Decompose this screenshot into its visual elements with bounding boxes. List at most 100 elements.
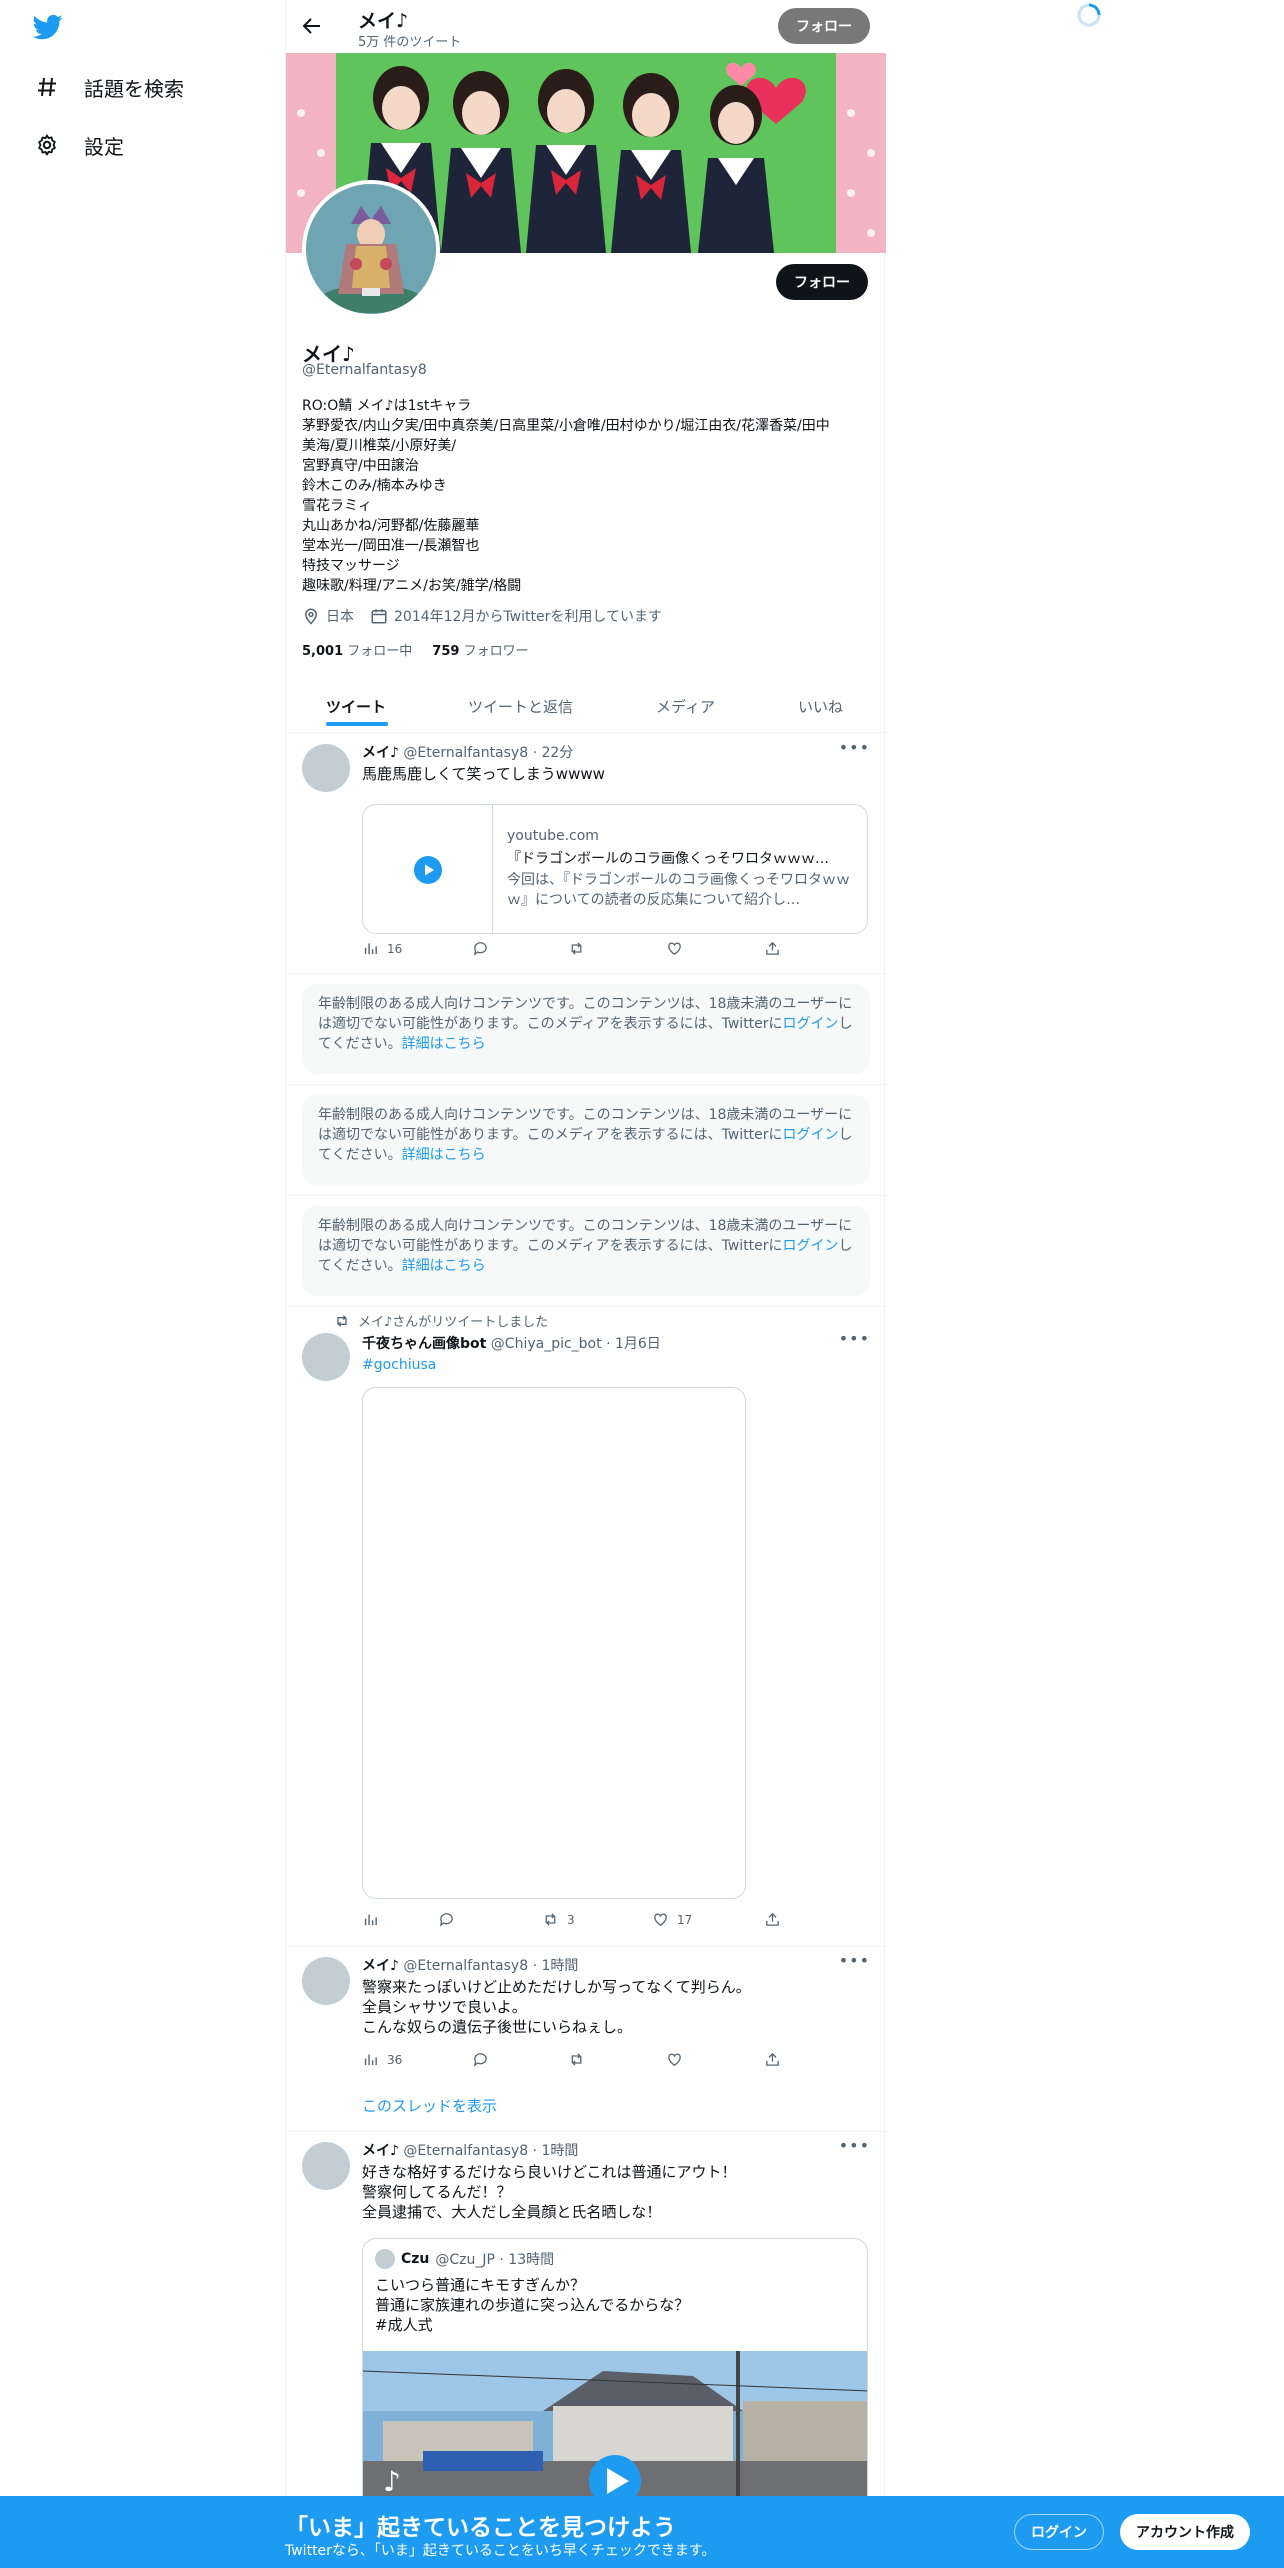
active-tab-indicator	[326, 722, 388, 726]
heart-icon	[654, 1913, 667, 1926]
tweet-avatar[interactable]	[302, 1957, 350, 2005]
age-restricted-tweet: 年齢制限のある成人向けコンテンツです。このコンテンツは、18歳未満のユーザーには…	[286, 1196, 886, 1307]
card-domain: youtube.com	[507, 828, 599, 844]
details-link[interactable]: 詳細はこちら	[402, 1147, 486, 1163]
show-thread-link[interactable]: このスレッドを表示	[362, 2095, 497, 2116]
bio-line: 堂本光一/岡田准一/長瀬智也	[302, 538, 480, 554]
tweet-author-name[interactable]: 千夜ちゃん画像bot	[362, 1336, 486, 1352]
tweet[interactable]: メイ♪さんがリツイートしました 千夜ちゃん画像bot @Chiya_pic_bo…	[286, 1307, 886, 1947]
share-button[interactable]	[764, 2051, 781, 2068]
reply-button[interactable]	[438, 1911, 455, 1928]
bio-line: 特技マッサージ	[302, 558, 400, 574]
quote-avatar	[375, 2249, 395, 2269]
link-card[interactable]: youtube.com 『ドラゴンボールのコラ画像くっそワロタｗｗｗ… 今回は、…	[362, 804, 868, 934]
views-button[interactable]	[362, 1911, 379, 1928]
login-link[interactable]: ログイン	[783, 1016, 839, 1032]
reply-icon	[473, 942, 487, 956]
login-link[interactable]: ログイン	[783, 1127, 839, 1143]
reply-button[interactable]	[472, 2051, 489, 2068]
login-link[interactable]: ログイン	[783, 1238, 839, 1254]
details-link[interactable]: 詳細はこちら	[402, 1036, 486, 1052]
card-thumbnail	[363, 805, 493, 933]
bio-line: 鈴木このみ/楠本みゆき	[302, 478, 447, 494]
views-count: 16	[387, 941, 403, 956]
profile-avatar[interactable]	[302, 180, 440, 318]
retweet-count: 3	[567, 1912, 575, 1927]
profile-joined: 2014年12月からTwitterを利用しています	[370, 606, 662, 626]
views-button[interactable]: 16	[362, 940, 402, 957]
quote-tweet[interactable]: Czu @Czu_JP · 13時間 こいつら普通にキモすぎんか？ 普通に家族連…	[362, 2238, 868, 2510]
share-icon	[766, 941, 779, 955]
tweet-text-line: こんな奴らの遺伝子後世にいらねぇし。	[362, 2018, 633, 2036]
like-button[interactable]: 17	[652, 1911, 692, 1928]
retweet-button[interactable]	[568, 2051, 585, 2068]
signup-button[interactable]: アカウント作成	[1120, 2514, 1250, 2550]
tweet-text: 好きな格好するだけなら良いけどこれは普通にアウト！ 警察何してるんだ！？ 全員逮…	[362, 2162, 737, 2222]
like-button[interactable]	[666, 940, 683, 957]
tab-media[interactable]: メディア	[656, 680, 715, 733]
more-options-icon[interactable]: •••	[839, 738, 870, 757]
more-options-icon[interactable]: •••	[839, 1951, 870, 1970]
card-title: 『ドラゴンボールのコラ画像くっそワロタｗｗｗ…	[507, 851, 829, 867]
header-follow-button[interactable]: フォロー	[778, 8, 870, 44]
tweet-text-line: 警察来たっぽいけど止めただけしか写ってなくて判らん。	[362, 1978, 751, 1996]
bio-line: 茅野愛衣/内山夕実/田中真奈美/日高里菜/小倉唯/田村ゆかり/堀江由衣/花澤香菜…	[302, 418, 830, 434]
views-icon	[364, 1914, 377, 1926]
back-arrow-icon[interactable]	[300, 14, 324, 38]
age-restricted-notice: 年齢制限のある成人向けコンテンツです。このコンテンツは、18歳未満のユーザーには…	[302, 984, 870, 1074]
reply-button[interactable]	[472, 940, 489, 957]
tab-tweets-replies[interactable]: ツイートと返信	[468, 680, 573, 733]
share-button[interactable]	[764, 1911, 781, 1928]
tweet-avatar[interactable]	[302, 1333, 350, 1381]
nav-explore[interactable]: 話題を検索	[34, 67, 184, 107]
tweet-author-name[interactable]: メイ♪	[362, 2143, 399, 2159]
age-restricted-notice: 年齢制限のある成人向けコンテンツです。このコンテンツは、18歳未満のユーザーには…	[302, 1206, 870, 1296]
details-link[interactable]: 詳細はこちら	[402, 1258, 486, 1274]
tweet-header: メイ♪ @Eternalfantasy8 · 1時間	[362, 2140, 578, 2160]
like-count: 17	[677, 1912, 693, 1927]
tweet-actions: 36	[362, 2051, 792, 2071]
follow-stats: 5,001 フォロー中 759 フォロワー	[302, 640, 529, 659]
profile-follow-button[interactable]: フォロー	[776, 264, 868, 300]
reply-icon	[473, 2053, 487, 2067]
tweet-author-name[interactable]: メイ♪	[362, 745, 399, 761]
share-button[interactable]	[764, 940, 781, 957]
tweet-meta: @Eternalfantasy8 · 22分	[403, 745, 574, 761]
nav-explore-label: 話題を検索	[84, 76, 184, 101]
tweet-media[interactable]	[362, 1387, 746, 1899]
following-count: 5,001	[302, 644, 344, 659]
following-stat[interactable]: 5,001 フォロー中	[302, 640, 412, 659]
retweet-icon	[545, 1913, 556, 1926]
like-button[interactable]	[666, 2051, 683, 2068]
profile-location: 日本	[302, 606, 354, 626]
hashtag-link[interactable]: #gochiusa	[362, 1355, 436, 1375]
tweet-avatar[interactable]	[302, 744, 350, 792]
tab-likes[interactable]: いいね	[798, 680, 843, 733]
retweet-button[interactable]: 3	[542, 1911, 575, 1928]
tweet-avatar[interactable]	[302, 2142, 350, 2190]
views-button[interactable]: 36	[362, 2051, 402, 2068]
play-icon	[413, 856, 442, 884]
more-options-icon[interactable]: •••	[839, 1329, 870, 1348]
login-button[interactable]: ログイン	[1014, 2514, 1104, 2550]
tweet-text-line: 全員シャサツで良いよ。	[362, 1998, 527, 2016]
tweet[interactable]: メイ♪ @Eternalfantasy8 · 1時間 ••• 好きな格好するだけ…	[286, 2132, 886, 2510]
tweet[interactable]: メイ♪ @Eternalfantasy8 · 22分 ••• 馬鹿馬鹿しくて笑っ…	[286, 734, 886, 974]
tweet[interactable]: メイ♪ @Eternalfantasy8 · 1時間 ••• 警察来たっぽいけど…	[286, 1947, 886, 2132]
nav-settings[interactable]: 設定	[34, 125, 124, 165]
quote-video-thumbnail[interactable]: ♪	[363, 2351, 867, 2509]
views-icon	[364, 943, 377, 955]
more-options-icon[interactable]: •••	[839, 2136, 870, 2155]
retweet-icon	[337, 1314, 347, 1327]
main-column: メイ♪ 5万 件のツイート フォロー フォロー メイ♪ @Eternalfant…	[285, 0, 886, 2568]
bio-line: 趣味歌/料理/アニメ/お笑/雑学/格闘	[302, 578, 522, 594]
location-text: 日本	[326, 609, 354, 625]
retweet-button[interactable]	[568, 940, 585, 957]
age-restricted-tweet: 年齢制限のある成人向けコンテンツです。このコンテンツは、18歳未満のユーザーには…	[286, 974, 886, 1085]
tweet-actions: 16	[362, 940, 792, 960]
tweet-header: 千夜ちゃん画像bot @Chiya_pic_bot · 1月6日	[362, 1333, 661, 1353]
tweet-text-line: 好きな格好するだけなら良いけどこれは普通にアウト！	[362, 2163, 737, 2181]
followers-stat[interactable]: 759 フォロワー	[432, 640, 528, 659]
twitter-bird-icon[interactable]	[31, 12, 65, 42]
tweet-author-name[interactable]: メイ♪	[362, 1958, 399, 1974]
